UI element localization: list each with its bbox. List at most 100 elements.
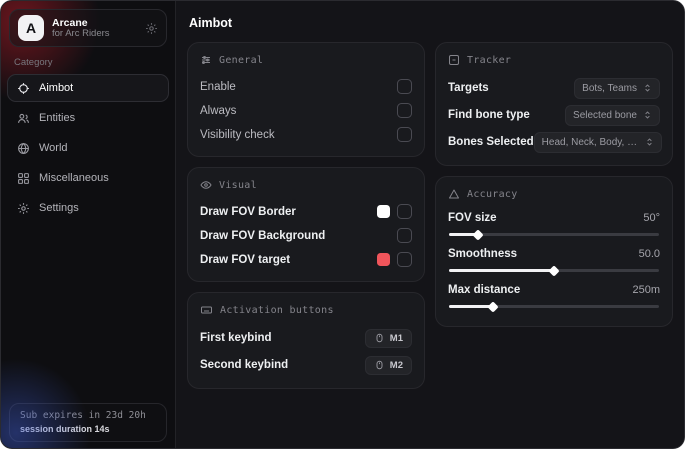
card-title: Activation buttons xyxy=(220,305,334,316)
brand-card[interactable]: A Arcane for Arc Riders xyxy=(9,9,167,47)
sidebar-item-label: Entities xyxy=(39,112,75,124)
setting-label: Find bone type xyxy=(448,109,530,121)
app-subtitle: for Arc Riders xyxy=(52,29,137,40)
setting-row-fov-border: Draw FOV Border xyxy=(200,200,412,223)
setting-label: FOV size xyxy=(448,212,497,224)
app-name: Arcane xyxy=(52,17,137,29)
general-card: General Enable Always Visibility check xyxy=(187,42,425,157)
globe-icon xyxy=(17,142,30,155)
fov-target-color-swatch[interactable] xyxy=(377,253,390,266)
sidebar-item-aimbot[interactable]: Aimbot xyxy=(7,74,169,102)
unfold-icon xyxy=(643,110,652,120)
bones-selected-dropdown[interactable]: Head, Neck, Body, Fe.. xyxy=(534,132,662,153)
find-bone-type-dropdown[interactable]: Selected bone xyxy=(565,105,660,126)
setting-row-visibility-check: Visibility check xyxy=(200,123,412,146)
setting-row-max-distance: Max distance 250m xyxy=(448,281,660,308)
setting-label: Max distance xyxy=(448,284,520,296)
smoothness-value: 50.0 xyxy=(639,248,660,260)
sidebar-item-settings[interactable]: Settings xyxy=(7,194,169,222)
category-label: Category xyxy=(14,57,175,68)
activation-card: Activation buttons First keybind M1 xyxy=(187,292,425,389)
accuracy-card: Accuracy FOV size 50° xyxy=(435,176,673,327)
sliders-icon xyxy=(200,54,212,66)
slider-thumb[interactable] xyxy=(487,301,498,312)
setting-label: Visibility check xyxy=(200,129,275,141)
sub-expiry-text: Sub expires in 23d 20h xyxy=(20,410,156,421)
smoothness-slider[interactable] xyxy=(449,269,659,272)
session-duration-text: session duration 14s xyxy=(20,424,156,434)
setting-row-second-keybind: Second keybind M2 xyxy=(200,352,412,378)
settings-gear-icon xyxy=(17,202,30,215)
sidebar: A Arcane for Arc Riders Category xyxy=(1,1,176,448)
mouse-icon xyxy=(374,333,385,343)
sidebar-item-label: World xyxy=(39,142,68,154)
right-column: Tracker Targets Bots, Teams xyxy=(435,42,673,337)
fov-border-color-swatch[interactable] xyxy=(377,205,390,218)
left-column: General Enable Always Visibility check xyxy=(187,42,425,399)
setting-row-first-keybind: First keybind M1 xyxy=(200,325,412,351)
keybind-value: M2 xyxy=(390,360,403,371)
setting-label: Draw FOV Background xyxy=(200,230,325,242)
always-checkbox[interactable] xyxy=(397,103,412,118)
setting-row-smoothness: Smoothness 50.0 xyxy=(448,245,660,272)
setting-row-fov-background: Draw FOV Background xyxy=(200,224,412,247)
card-title: General xyxy=(219,55,263,66)
tracker-card: Tracker Targets Bots, Teams xyxy=(435,42,673,166)
sidebar-item-label: Settings xyxy=(39,202,79,214)
setting-row-find-bone-type: Find bone type Selected bone xyxy=(448,102,660,128)
fov-background-checkbox[interactable] xyxy=(397,228,412,243)
setting-label: Enable xyxy=(200,81,236,93)
keybind-value: M1 xyxy=(390,333,403,344)
brand-text: Arcane for Arc Riders xyxy=(52,17,137,40)
setting-label: Bones Selected xyxy=(448,136,534,148)
setting-label: Always xyxy=(200,105,236,117)
setting-row-enable: Enable xyxy=(200,75,412,98)
setting-row-fov-size: FOV size 50° xyxy=(448,209,660,236)
scan-target-icon xyxy=(448,54,460,66)
setting-row-fov-target: Draw FOV target xyxy=(200,248,412,271)
keyboard-icon xyxy=(200,304,213,316)
triangle-icon xyxy=(448,188,460,200)
sidebar-item-entities[interactable]: Entities xyxy=(7,104,169,132)
page-title: Aimbot xyxy=(189,16,671,30)
slider-thumb[interactable] xyxy=(548,265,559,276)
visibility-check-checkbox[interactable] xyxy=(397,127,412,142)
sidebar-item-label: Aimbot xyxy=(39,82,73,94)
crosshair-icon xyxy=(17,82,30,95)
card-title: Tracker xyxy=(467,55,511,66)
fov-target-checkbox[interactable] xyxy=(397,252,412,267)
mouse-icon xyxy=(374,360,385,370)
sidebar-nav: Aimbot Entities World xyxy=(1,74,175,222)
targets-dropdown[interactable]: Bots, Teams xyxy=(574,78,660,99)
dropdown-value: Bots, Teams xyxy=(582,83,637,94)
max-distance-value: 250m xyxy=(632,284,660,296)
sidebar-item-miscellaneous[interactable]: Miscellaneous xyxy=(7,164,169,192)
max-distance-slider[interactable] xyxy=(449,305,659,308)
sidebar-item-label: Miscellaneous xyxy=(39,172,109,184)
fov-size-slider[interactable] xyxy=(449,233,659,236)
slider-thumb[interactable] xyxy=(473,229,484,240)
fov-border-checkbox[interactable] xyxy=(397,204,412,219)
unfold-icon xyxy=(645,137,654,147)
eye-icon xyxy=(200,179,212,191)
setting-label: Targets xyxy=(448,82,489,94)
fov-size-value: 50° xyxy=(643,212,660,224)
dropdown-value: Selected bone xyxy=(573,110,637,121)
second-keybind-button[interactable]: M2 xyxy=(365,356,412,375)
unfold-icon xyxy=(643,83,652,93)
app-logo: A xyxy=(18,15,44,41)
gear-icon[interactable] xyxy=(145,22,158,35)
dropdown-value: Head, Neck, Body, Fe.. xyxy=(542,137,639,148)
setting-row-targets: Targets Bots, Teams xyxy=(448,75,660,101)
entities-icon xyxy=(17,112,30,125)
visual-card: Visual Draw FOV Border Draw FOV Backgrou… xyxy=(187,167,425,282)
card-title: Visual xyxy=(219,180,257,191)
first-keybind-button[interactable]: M1 xyxy=(365,329,412,348)
card-title: Accuracy xyxy=(467,189,518,200)
grid-icon xyxy=(17,172,30,185)
sidebar-item-world[interactable]: World xyxy=(7,134,169,162)
enable-checkbox[interactable] xyxy=(397,79,412,94)
main-content: Aimbot General xyxy=(176,1,684,448)
setting-label: Draw FOV target xyxy=(200,254,290,266)
setting-label: Second keybind xyxy=(200,359,288,371)
